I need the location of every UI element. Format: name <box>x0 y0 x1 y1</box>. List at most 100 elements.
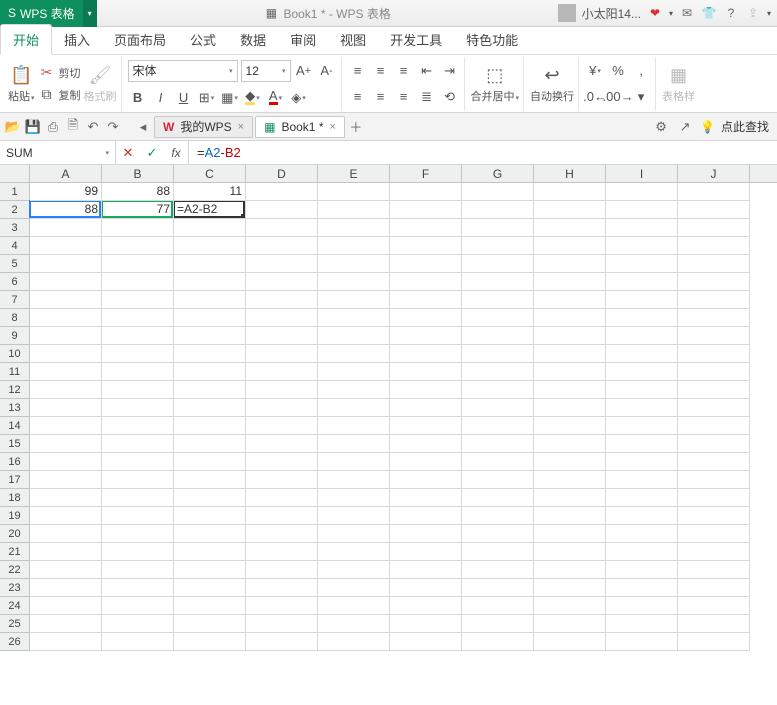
cell-J25[interactable] <box>678 615 750 633</box>
cell-G9[interactable] <box>462 327 534 345</box>
app-badge[interactable]: S WPS 表格 <box>0 0 83 27</box>
cell-I10[interactable] <box>606 345 678 363</box>
cell-F2[interactable] <box>390 201 462 219</box>
cell-E26[interactable] <box>318 633 390 651</box>
cell-I8[interactable] <box>606 309 678 327</box>
cell-D21[interactable] <box>246 543 318 561</box>
cell-C14[interactable] <box>174 417 246 435</box>
cell-H11[interactable] <box>534 363 606 381</box>
align-bottom-icon[interactable]: ≡ <box>394 61 414 81</box>
close-my-wps-icon[interactable]: × <box>238 121 244 133</box>
number-format-icon[interactable]: ▾ <box>631 87 651 107</box>
cell-I16[interactable] <box>606 453 678 471</box>
cell-D19[interactable] <box>246 507 318 525</box>
cell-B22[interactable] <box>102 561 174 579</box>
cellfmt-button[interactable]: ▦ 表格样 <box>662 63 695 104</box>
colhead-C[interactable]: C <box>174 165 246 182</box>
cell-A3[interactable] <box>30 219 102 237</box>
cell-I19[interactable] <box>606 507 678 525</box>
cell-A25[interactable] <box>30 615 102 633</box>
cell-E12[interactable] <box>318 381 390 399</box>
cell-C21[interactable] <box>174 543 246 561</box>
cell-D22[interactable] <box>246 561 318 579</box>
cell-A9[interactable] <box>30 327 102 345</box>
cell-A18[interactable] <box>30 489 102 507</box>
colhead-A[interactable]: A <box>30 165 102 182</box>
cell-J15[interactable] <box>678 435 750 453</box>
cell-B14[interactable] <box>102 417 174 435</box>
name-box-dropdown-icon[interactable]: ▾ <box>105 149 109 157</box>
cell-G5[interactable] <box>462 255 534 273</box>
cell-G7[interactable] <box>462 291 534 309</box>
cell-F25[interactable] <box>390 615 462 633</box>
cell-F12[interactable] <box>390 381 462 399</box>
cell-D2[interactable] <box>246 201 318 219</box>
tab-dev[interactable]: 开发工具 <box>378 25 454 54</box>
cell-H21[interactable] <box>534 543 606 561</box>
decrease-font-icon[interactable]: A- <box>317 61 337 81</box>
cell-D16[interactable] <box>246 453 318 471</box>
cell-E17[interactable] <box>318 471 390 489</box>
cell-J24[interactable] <box>678 597 750 615</box>
rowhead-15[interactable]: 15 <box>0 435 29 453</box>
cell-E15[interactable] <box>318 435 390 453</box>
cell-G15[interactable] <box>462 435 534 453</box>
cell-H1[interactable] <box>534 183 606 201</box>
cell-B13[interactable] <box>102 399 174 417</box>
cell-I20[interactable] <box>606 525 678 543</box>
currency-icon[interactable]: ¥▾ <box>585 61 605 81</box>
cell-J2[interactable] <box>678 201 750 219</box>
search-hint[interactable]: 点此查找 <box>721 118 769 135</box>
cell-D25[interactable] <box>246 615 318 633</box>
cell-H10[interactable] <box>534 345 606 363</box>
cell-E3[interactable] <box>318 219 390 237</box>
cell-F16[interactable] <box>390 453 462 471</box>
colhead-D[interactable]: D <box>246 165 318 182</box>
colhead-B[interactable]: B <box>102 165 174 182</box>
cell-J26[interactable] <box>678 633 750 651</box>
cell-D17[interactable] <box>246 471 318 489</box>
select-all-corner[interactable] <box>0 165 30 183</box>
cell-B12[interactable] <box>102 381 174 399</box>
cell-E9[interactable] <box>318 327 390 345</box>
cell-A8[interactable] <box>30 309 102 327</box>
cell-H19[interactable] <box>534 507 606 525</box>
cell-F20[interactable] <box>390 525 462 543</box>
cell-E16[interactable] <box>318 453 390 471</box>
rowhead-8[interactable]: 8 <box>0 309 29 327</box>
cell-A17[interactable] <box>30 471 102 489</box>
cell-I6[interactable] <box>606 273 678 291</box>
help-icon[interactable]: ? <box>723 5 739 21</box>
rowhead-22[interactable]: 22 <box>0 561 29 579</box>
cell-E24[interactable] <box>318 597 390 615</box>
cell-I26[interactable] <box>606 633 678 651</box>
cell-F6[interactable] <box>390 273 462 291</box>
cell-G6[interactable] <box>462 273 534 291</box>
cell-B10[interactable] <box>102 345 174 363</box>
cell-F22[interactable] <box>390 561 462 579</box>
cell-H24[interactable] <box>534 597 606 615</box>
cell-F3[interactable] <box>390 219 462 237</box>
cell-I22[interactable] <box>606 561 678 579</box>
align-top-icon[interactable]: ≡ <box>348 61 368 81</box>
cell-H4[interactable] <box>534 237 606 255</box>
cell-D23[interactable] <box>246 579 318 597</box>
cell-H16[interactable] <box>534 453 606 471</box>
cell-E1[interactable] <box>318 183 390 201</box>
cell-B23[interactable] <box>102 579 174 597</box>
cell-A5[interactable] <box>30 255 102 273</box>
cell-F11[interactable] <box>390 363 462 381</box>
cell-H23[interactable] <box>534 579 606 597</box>
cell-J12[interactable] <box>678 381 750 399</box>
cell-A20[interactable] <box>30 525 102 543</box>
cell-A10[interactable] <box>30 345 102 363</box>
cancel-formula-button[interactable]: ✕ <box>116 145 140 161</box>
cell-F19[interactable] <box>390 507 462 525</box>
cell-H5[interactable] <box>534 255 606 273</box>
cell-D5[interactable] <box>246 255 318 273</box>
name-box[interactable]: SUM ▾ <box>0 141 116 164</box>
cell-J18[interactable] <box>678 489 750 507</box>
colhead-I[interactable]: I <box>606 165 678 182</box>
cell-J5[interactable] <box>678 255 750 273</box>
cell-C24[interactable] <box>174 597 246 615</box>
